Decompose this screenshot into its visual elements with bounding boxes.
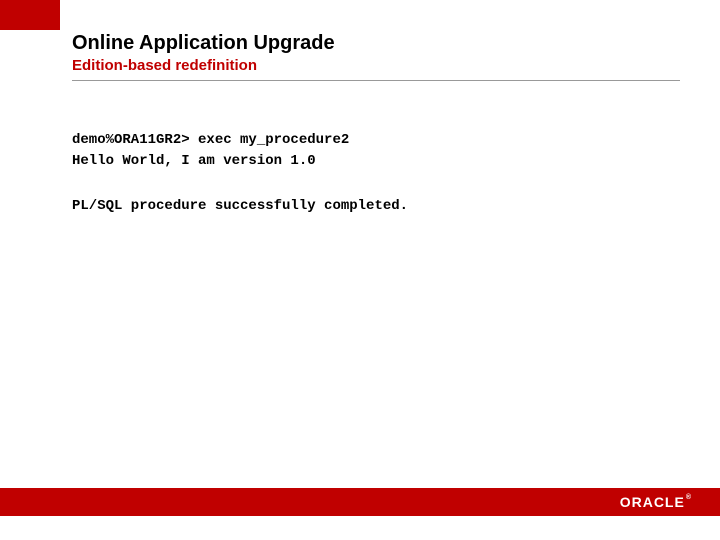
footer-bar: ORACLE® (0, 488, 720, 516)
terminal-line-3: PL/SQL procedure successfully completed. (72, 196, 680, 217)
header-divider (72, 80, 680, 81)
slide-subtitle: Edition-based redefinition (72, 57, 680, 74)
corner-accent-block (0, 0, 60, 30)
slide-title: Online Application Upgrade (72, 32, 680, 55)
slide-header: Online Application Upgrade Edition-based… (72, 32, 680, 81)
slide-content: demo%ORA11GR2> exec my_procedure2 Hello … (72, 130, 680, 217)
oracle-logo: ORACLE® (620, 494, 692, 510)
brand-text: ORACLE (620, 494, 685, 510)
terminal-line-1: demo%ORA11GR2> exec my_procedure2 (72, 130, 680, 151)
trademark-symbol: ® (686, 494, 692, 501)
terminal-line-2: Hello World, I am version 1.0 (72, 151, 680, 172)
